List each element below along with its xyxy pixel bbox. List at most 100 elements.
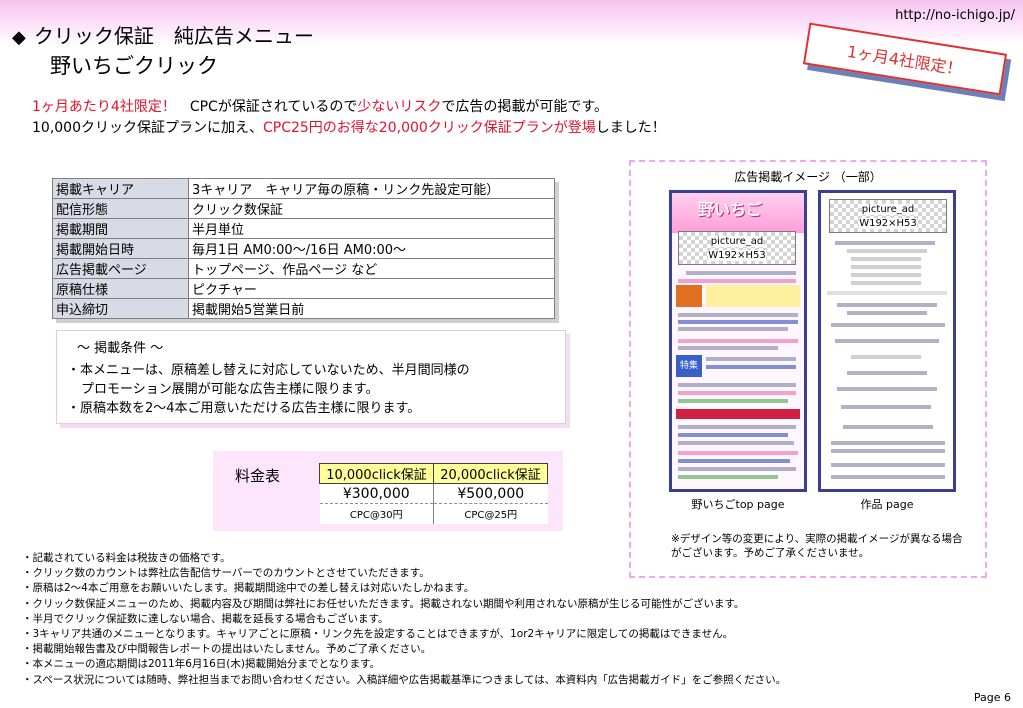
price-table: 10,000click保証 20,000click保証 ¥300,000 ¥50… xyxy=(319,463,548,524)
intro-line-2: 10,000クリック保証プランに加え、CPC25円のお得な20,000クリック保… xyxy=(32,117,666,137)
spec-value: ピクチャー xyxy=(188,278,555,299)
text-line xyxy=(678,383,796,387)
intro-text: CPCが保証されているので xyxy=(175,99,358,115)
table-row: 掲載期間 半月単位 xyxy=(52,218,555,239)
price-amount-row: ¥300,000 ¥500,000 xyxy=(319,483,548,504)
spec-value: 3キャリア キャリア毎の原稿・リンク先設定可能） xyxy=(188,178,555,199)
table-row: 広告掲載ページ トップページ、作品ページ など xyxy=(52,258,555,279)
spec-key: 申込締切 xyxy=(52,298,189,319)
text-line xyxy=(851,265,921,269)
text-line xyxy=(831,323,945,327)
note-item: ・記載されている料金は税抜きの価格です。 xyxy=(22,552,231,564)
spec-key: 掲載期間 xyxy=(52,218,189,239)
intro-highlight-risk: 少ないリスク xyxy=(357,99,442,115)
text-line xyxy=(678,399,788,403)
label-work-page: 作品 page xyxy=(860,498,914,511)
ad-label: picture_ad xyxy=(710,236,764,247)
text-line xyxy=(843,425,933,429)
text-line xyxy=(678,433,788,437)
text-line xyxy=(678,327,788,331)
price-header: 20,000click保証 xyxy=(433,463,548,484)
price-cpc: CPC@30円 xyxy=(319,503,434,524)
page-title: ◆ クリック保証 純広告メニュー xyxy=(12,20,314,49)
intro-text: 10,000クリック保証プランに加え、 xyxy=(32,120,263,136)
table-row: 原稿仕様 ピクチャー xyxy=(52,278,555,299)
spec-key: 掲載キャリア xyxy=(52,178,189,199)
text-line xyxy=(686,271,796,275)
text-line xyxy=(837,387,937,391)
condition-item: ・原稿本数を2～4本ご用意いただける広告主様に限ります。 xyxy=(67,401,421,416)
note-item: ・掲載開始報告書及び中間報告レポートの提出はいたしません。予めご了承ください。 xyxy=(22,643,432,656)
note-item: ・本メニューの適応期間は2011年6月16日(木)掲載開始分までとなります。 xyxy=(22,658,381,671)
price-section: 料金表 10,000click保証 20,000click保証 ¥300,000… xyxy=(213,451,563,531)
text-line xyxy=(706,357,796,361)
price-amount: ¥500,000 xyxy=(433,483,548,504)
note-item: ・半月でクリック保証数に達しない場合、掲載を延長する場合もございます。 xyxy=(22,612,389,625)
text-line xyxy=(841,405,931,409)
spec-value: 半月単位 xyxy=(188,218,555,239)
price-cpc-row: CPC@30円 CPC@25円 xyxy=(319,503,548,524)
text-line xyxy=(831,475,945,479)
condition-item-cont: プロモーション展開が可能な広告主様に限ります。 xyxy=(81,382,379,397)
table-row: 掲載開始日時 毎月1日 AM0:00～/16日 AM0:00～ xyxy=(52,238,555,259)
table-row: 配信形態 クリック数保証 xyxy=(52,198,555,219)
phone-mock-work: picture_ad W192×H53 xyxy=(818,190,956,492)
preview-title: 広告掲載イメージ （一部） xyxy=(734,170,882,184)
text-line xyxy=(847,311,927,315)
text-line xyxy=(706,365,796,369)
text-line xyxy=(678,320,798,324)
text-line xyxy=(851,257,921,261)
intro-highlight-limit: 1ヶ月あたり4社限定！ xyxy=(32,99,176,115)
page-number: Page 6 xyxy=(973,691,1011,704)
text-line xyxy=(678,339,798,343)
intro-line-1: 1ヶ月あたり4社限定！ CPCが保証されているので少ないリスクで広告の掲載が可能… xyxy=(32,96,608,116)
spec-value: クリック数保証 xyxy=(188,198,555,219)
price-amount: ¥300,000 xyxy=(319,483,434,504)
text-line xyxy=(835,339,939,343)
feature-icon: 特集 xyxy=(676,355,702,377)
intro-highlight-plan: CPC25円のお得な20,000クリック保証プランが登場 xyxy=(263,120,596,136)
text-line xyxy=(851,281,921,285)
thumb-icon xyxy=(676,285,702,307)
banner-image xyxy=(706,285,800,307)
price-label: 料金表 xyxy=(235,467,281,485)
spec-key: 配信形態 xyxy=(52,198,189,219)
spec-key: 原稿仕様 xyxy=(52,278,189,299)
notes-list: ・記載されている料金は税抜きの価格です。 ・クリック数のカウントは弊社広告配信サ… xyxy=(22,551,786,688)
note-item: ・原稿は2～4本ご用意をお願いいたします。掲載期間途中での差し替えは対応いたしか… xyxy=(22,582,475,595)
spec-value: 掲載開始5営業日前 xyxy=(188,298,555,319)
note-item: ・クリック数保証メニューのため、掲載内容及び期間は弊社にお任せいただきます。掲載… xyxy=(22,597,745,610)
text-line xyxy=(678,346,778,350)
spec-table: 掲載キャリア 3キャリア キャリア毎の原稿・リンク先設定可能） 配信形態 クリック数… xyxy=(52,178,555,319)
note-item: ・3キャリア共通のメニューとなります。キャリアごとに原稿・リンク先を設定すること… xyxy=(22,628,734,641)
text-line xyxy=(678,441,794,445)
text-line xyxy=(678,475,778,479)
conditions-box: ～ 掲載条件 ～ ・本メニューは、原稿差し替えに対応していないため、半月間同様の… xyxy=(56,330,566,424)
text-line xyxy=(678,451,798,455)
note-item: ・クリック数のカウントは弊社広告配信サーバーでのカウントとさせていただきます。 xyxy=(22,567,430,580)
ad-label: picture_ad xyxy=(861,204,915,215)
text-line xyxy=(678,425,796,429)
divider xyxy=(827,291,947,295)
title-text: クリック保証 純広告メニュー xyxy=(33,24,314,48)
section-bar xyxy=(676,409,800,419)
text-line xyxy=(831,463,945,467)
text-line xyxy=(678,459,790,463)
intro-text: で広告の掲載が可能です。 xyxy=(441,99,609,115)
spec-key: 広告掲載ページ xyxy=(52,258,189,279)
text-line xyxy=(831,441,945,445)
site-url[interactable]: http://no-ichigo.jp/ xyxy=(895,8,1015,23)
phone-mock-top: 野いちご picture_ad W192×H53 特集 xyxy=(669,190,807,492)
text-line xyxy=(678,279,796,283)
text-line xyxy=(847,371,927,375)
text-line xyxy=(678,467,796,471)
site-logo: 野いちご xyxy=(698,200,763,219)
spec-value: トップページ、作品ページ など xyxy=(188,258,555,279)
spec-key: 掲載開始日時 xyxy=(52,238,189,259)
text-line xyxy=(678,391,796,395)
note-item: ・スペース状況については随時、弊社担当までお問い合わせください。入稿詳細や広告掲… xyxy=(22,673,787,686)
text-line xyxy=(847,249,927,253)
table-row: 掲載キャリア 3キャリア キャリア毎の原稿・リンク先設定可能） xyxy=(52,178,555,199)
ad-size: W192×H53 xyxy=(708,250,766,261)
ad-size: W192×H53 xyxy=(859,218,917,229)
